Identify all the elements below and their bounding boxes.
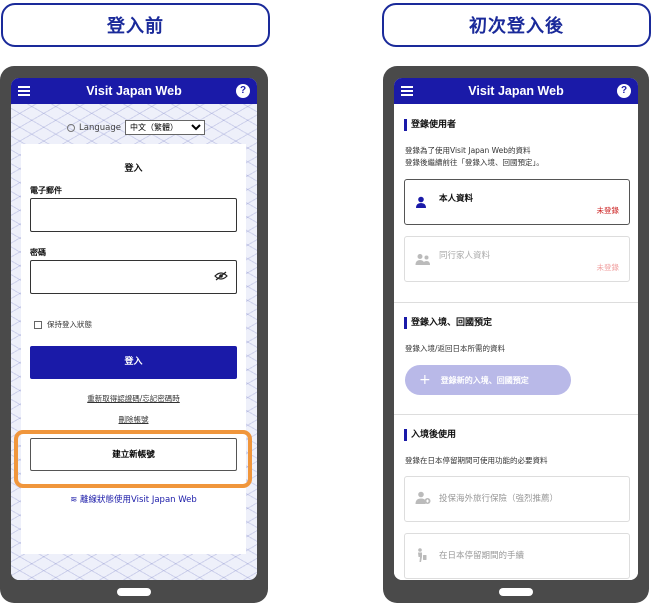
users-desc-1: 登錄為了使用Visit Japan Web的資料 [405, 146, 531, 155]
personal-info-name: 本人資料 [439, 194, 474, 204]
keep-signed-in[interactable]: 保持登入狀態 [34, 319, 92, 330]
password-field[interactable] [30, 260, 237, 294]
login-heading: 登入 [124, 164, 143, 174]
language-label: Language [79, 122, 121, 133]
person-icon [415, 196, 427, 211]
language-select[interactable]: 中文（繁體） [124, 120, 205, 135]
family-icon [415, 253, 431, 268]
family-info-name: 同行家人資料 [439, 251, 491, 261]
email-label: 電子郵件 [30, 186, 62, 195]
wifi-icon: ≋ [70, 495, 81, 505]
dashboard-content: 登錄使用者 登錄為了使用Visit Japan Web的資料 登錄後繼續前往「登… [394, 104, 638, 580]
login-card: 登入 電子郵件 密碼 保持登入狀態 登入 重新取得認證碼/忘記密碼時 刪除帳號 [21, 144, 246, 554]
label-after: 初次登入後 [382, 3, 651, 47]
personal-info-card[interactable]: 本人資料 未登錄 [404, 179, 630, 225]
login-screen: Visit Japan Web ? Language 中文（繁體） 登入 電子郵… [11, 78, 257, 580]
users-section: 登錄使用者 登錄為了使用Visit Japan Web的資料 登錄後繼續前往「登… [394, 104, 638, 304]
app-bar: Visit Japan Web ? [11, 78, 257, 104]
reset-password-link[interactable]: 重新取得認證碼/忘記密碼時 [21, 393, 246, 404]
phone-before: Visit Japan Web ? Language 中文（繁體） 登入 電子郵… [0, 66, 268, 603]
person-plus-icon [415, 491, 431, 507]
add-entry-button[interactable]: + 登錄新的入境、回國預定 [405, 365, 571, 395]
delete-account-link[interactable]: 刪除帳號 [21, 414, 246, 425]
stay-procedures-card[interactable]: 在日本停留期間的手續 [404, 533, 630, 579]
personal-info-status: 未登錄 [596, 206, 620, 215]
home-indicator [117, 588, 151, 596]
app-title: Visit Japan Web [468, 84, 564, 98]
plus-icon: + [419, 372, 431, 388]
family-info-card[interactable]: 同行家人資料 未登錄 [404, 236, 630, 282]
app-bar: Visit Japan Web ? [394, 78, 638, 104]
comparison-root: 登入前 初次登入後 Visit Japan Web ? Language 中文（… [0, 0, 652, 603]
language-selector: Language 中文（繁體） [67, 120, 205, 135]
users-desc-2: 登錄後繼續前往「登錄入境、回國預定」。 [405, 158, 544, 167]
login-button[interactable]: 登入 [30, 346, 237, 379]
label-before: 登入前 [1, 3, 270, 47]
hide-password-icon[interactable] [214, 271, 228, 281]
home-indicator [499, 588, 533, 596]
background-pattern: Language 中文（繁體） 登入 電子郵件 密碼 保持登入狀態 登入 重新取… [11, 104, 257, 580]
help-icon[interactable]: ? [617, 84, 631, 98]
stay-procedures-label: 在日本停留期間的手續 [439, 551, 525, 561]
keep-signed-in-label: 保持登入狀態 [47, 320, 92, 329]
dashboard-screen: Visit Japan Web ? 登錄使用者 登錄為了使用Visit Japa… [394, 78, 638, 580]
add-entry-label: 登錄新的入境、回國預定 [440, 375, 529, 385]
globe-icon [67, 123, 75, 132]
menu-icon[interactable] [401, 86, 413, 96]
post-entry-desc: 登錄在日本停留期間可使用功能的必要資料 [405, 456, 548, 465]
menu-icon[interactable] [18, 86, 30, 96]
entry-heading: 登錄入境、回國預定 [404, 317, 492, 329]
help-icon[interactable]: ? [236, 84, 250, 98]
users-heading: 登錄使用者 [404, 119, 456, 131]
password-label: 密碼 [30, 248, 46, 257]
entry-section: 登錄入境、回國預定 登錄入境/返回日本所需的資料 + 登錄新的入境、回國預定 [394, 303, 638, 415]
checkbox[interactable] [34, 320, 42, 329]
entry-desc: 登錄入境/返回日本所需的資料 [405, 344, 506, 353]
email-field[interactable] [30, 198, 237, 232]
traveler-icon [415, 548, 427, 565]
family-info-status: 未登錄 [596, 263, 620, 272]
phone-after: Visit Japan Web ? 登錄使用者 登錄為了使用Visit Japa… [383, 66, 649, 603]
offline-link[interactable]: ≋ 離線狀態使用Visit Japan Web [21, 493, 246, 505]
post-entry-heading: 入境後使用 [404, 429, 456, 441]
insurance-card[interactable]: 投保海外旅行保險（強烈推薦） [404, 476, 630, 522]
insurance-label: 投保海外旅行保險（強烈推薦） [439, 494, 559, 504]
offline-link-label: 離線狀態使用Visit Japan Web [80, 495, 197, 505]
app-title: Visit Japan Web [86, 84, 182, 98]
post-entry-section: 入境後使用 登錄在日本停留期間可使用功能的必要資料 投保海外旅行保險（強烈推薦）… [394, 415, 638, 580]
highlight-frame [14, 430, 252, 488]
